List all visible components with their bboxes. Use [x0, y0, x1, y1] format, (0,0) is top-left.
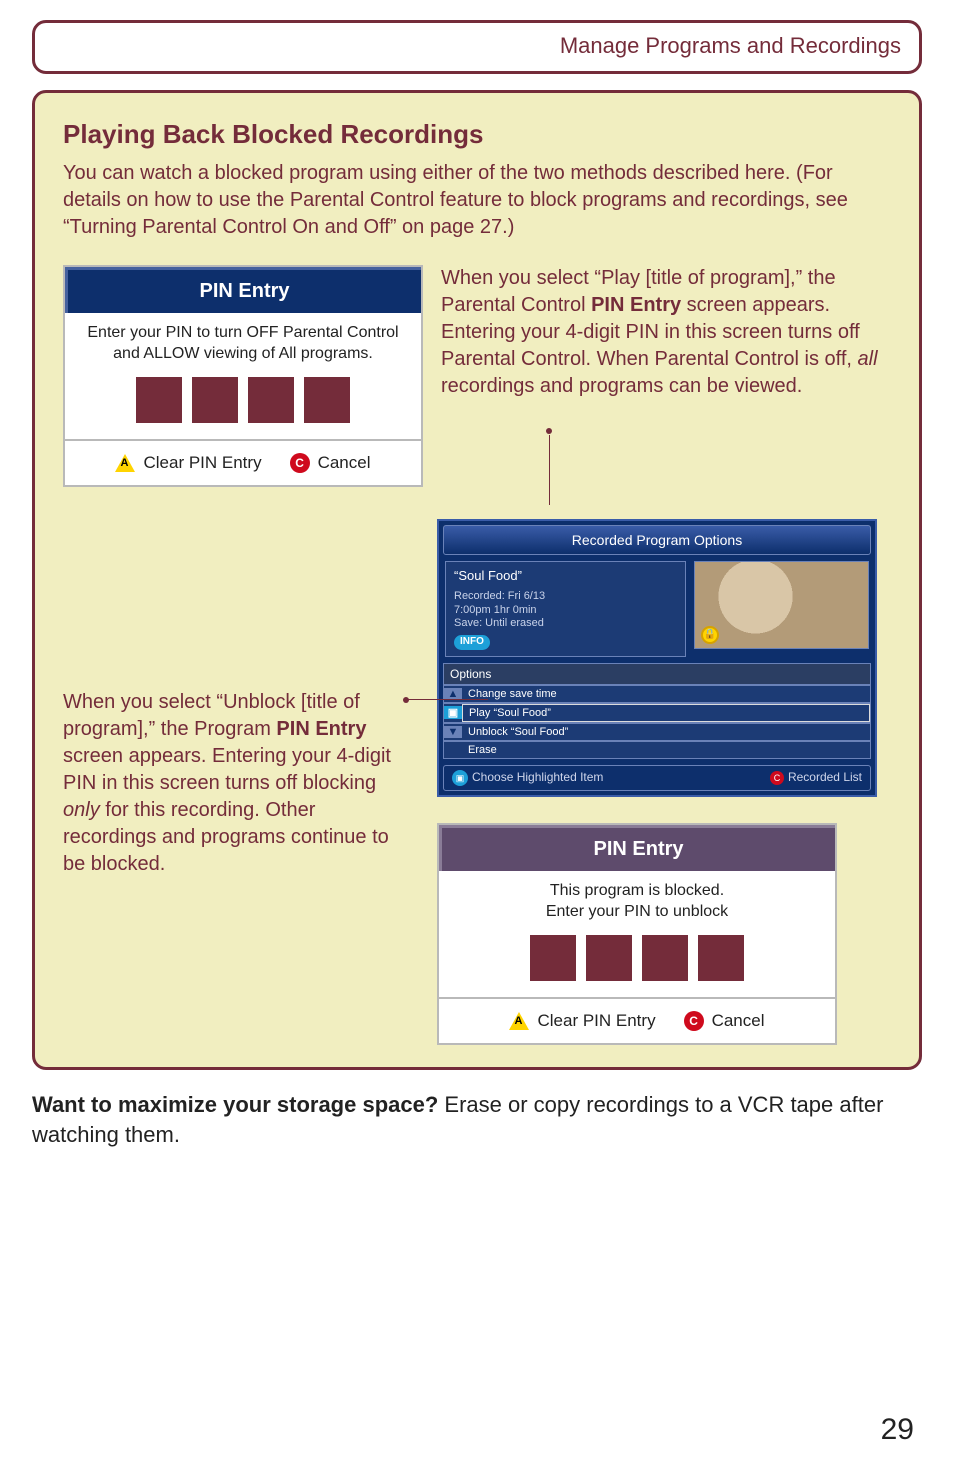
footer-right-label: Recorded List [788, 770, 862, 784]
footnote: Want to maximize your storage space? Era… [32, 1090, 922, 1152]
footer-left-label: Choose Highlighted Item [472, 770, 603, 784]
lock-icon: 🔒 [701, 626, 719, 644]
recorded-date: Recorded: Fri 6/13 [454, 590, 677, 604]
section-title: Playing Back Blocked Recordings [63, 119, 891, 150]
recorded-time: 7:00pm 1hr 0min [454, 604, 677, 618]
pin-entry-card-unblock: PIN Entry This program is blocked. Enter… [437, 823, 837, 1045]
cancel-label: Cancel [712, 1011, 765, 1031]
section-header-text: Manage Programs and Recordings [560, 33, 901, 58]
option-change-save-time[interactable]: ▲ Change save time [443, 685, 871, 703]
clear-pin-button[interactable]: Clear PIN Entry [115, 453, 261, 473]
c-button-icon: C [770, 771, 784, 785]
info-badge[interactable]: INFO [454, 635, 490, 650]
option-label: Change save time [462, 686, 870, 702]
pin-instruction: This program is blocked. Enter your PIN … [457, 881, 817, 923]
pin-instruction: Enter your PIN to turn OFF Parental Cont… [83, 323, 403, 365]
footnote-bold: Want to maximize your storage space? [32, 1092, 438, 1117]
pin-instruction-line1: This program is blocked. [550, 882, 724, 899]
options-header: Options [443, 663, 871, 685]
pin-digit[interactable] [586, 935, 632, 981]
recorded-list[interactable]: C Recorded List [770, 770, 862, 787]
pin-entry-title: PIN Entry [65, 267, 421, 313]
option-erase[interactable]: Erase [443, 741, 871, 759]
pin-digit[interactable] [248, 377, 294, 423]
recorded-program-options-panel: Recorded Program Options “Soul Food” Rec… [437, 519, 877, 798]
connector-dot [403, 697, 409, 703]
page-number: 29 [881, 1413, 914, 1447]
cancel-button[interactable]: C Cancel [684, 1011, 765, 1031]
option-label: Unblock “Soul Food” [462, 724, 870, 740]
caption-text: recordings and programs can be viewed. [441, 375, 802, 397]
connector-dot [546, 428, 552, 434]
caption-parental-pin: When you select “Play [title of program]… [441, 265, 891, 400]
a-button-icon [115, 454, 135, 472]
clear-pin-label: Clear PIN Entry [537, 1011, 655, 1031]
pin-instruction-line2: Enter your PIN to unblock [546, 903, 728, 920]
pin-digit[interactable] [304, 377, 350, 423]
c-button-icon: C [684, 1011, 704, 1031]
pin-digit[interactable] [642, 935, 688, 981]
pin-input-boxes[interactable] [83, 377, 403, 423]
program-name: “Soul Food” [454, 568, 522, 583]
pin-entry-card-parental: PIN Entry Enter your PIN to turn OFF Par… [63, 265, 423, 487]
content-panel: Playing Back Blocked Recordings You can … [32, 90, 922, 1070]
caption-bold: PIN Entry [276, 718, 366, 740]
pin-digit[interactable] [136, 377, 182, 423]
option-play[interactable]: ▣ Play “Soul Food” [443, 703, 871, 723]
clear-pin-label: Clear PIN Entry [143, 453, 261, 473]
option-label: Erase [462, 742, 870, 758]
caption-text: screen appears. Entering your 4-digit PI… [63, 745, 391, 794]
program-info-box: “Soul Food” Recorded: Fri 6/13 7:00pm 1h… [445, 561, 686, 657]
pin-digit[interactable] [530, 935, 576, 981]
c-button-icon: C [290, 453, 310, 473]
panel-footer: ▣ Choose Highlighted Item C Recorded List [443, 765, 871, 792]
pin-instruction-line2: and ALLOW viewing of All programs. [113, 345, 373, 362]
connector-line [549, 435, 550, 505]
select-button-icon: ▣ [452, 770, 468, 786]
pin-instruction-line1: Enter your PIN to turn OFF Parental Cont… [87, 324, 398, 341]
clear-pin-button[interactable]: Clear PIN Entry [509, 1011, 655, 1031]
pin-entry-title: PIN Entry [439, 825, 835, 871]
section-header: Manage Programs and Recordings [32, 20, 922, 74]
connector-line [408, 699, 488, 700]
cancel-button[interactable]: C Cancel [290, 453, 371, 473]
a-button-icon [509, 1012, 529, 1030]
pin-input-boxes[interactable] [457, 935, 817, 981]
pin-digit[interactable] [698, 935, 744, 981]
caption-text: for this recording. Other recordings and… [63, 799, 389, 875]
caption-italic: all [858, 348, 878, 370]
caption-bold: PIN Entry [591, 294, 681, 316]
cancel-label: Cancel [318, 453, 371, 473]
option-label: Play “Soul Food” [462, 704, 870, 722]
caption-unblock-pin: When you select “Unblock [title of progr… [63, 519, 413, 1045]
select-icon: ▣ [444, 706, 462, 719]
save-until: Save: Until erased [454, 617, 677, 631]
option-unblock[interactable]: ▼ Unblock “Soul Food” [443, 723, 871, 741]
caption-italic: only [63, 799, 100, 821]
program-thumbnail: 🔒 [694, 561, 869, 649]
down-arrow-icon: ▼ [444, 726, 462, 738]
section-intro: You can watch a blocked program using ei… [63, 160, 891, 241]
choose-highlighted[interactable]: ▣ Choose Highlighted Item [452, 770, 603, 787]
pin-digit[interactable] [192, 377, 238, 423]
panel-title: Recorded Program Options [443, 525, 871, 555]
